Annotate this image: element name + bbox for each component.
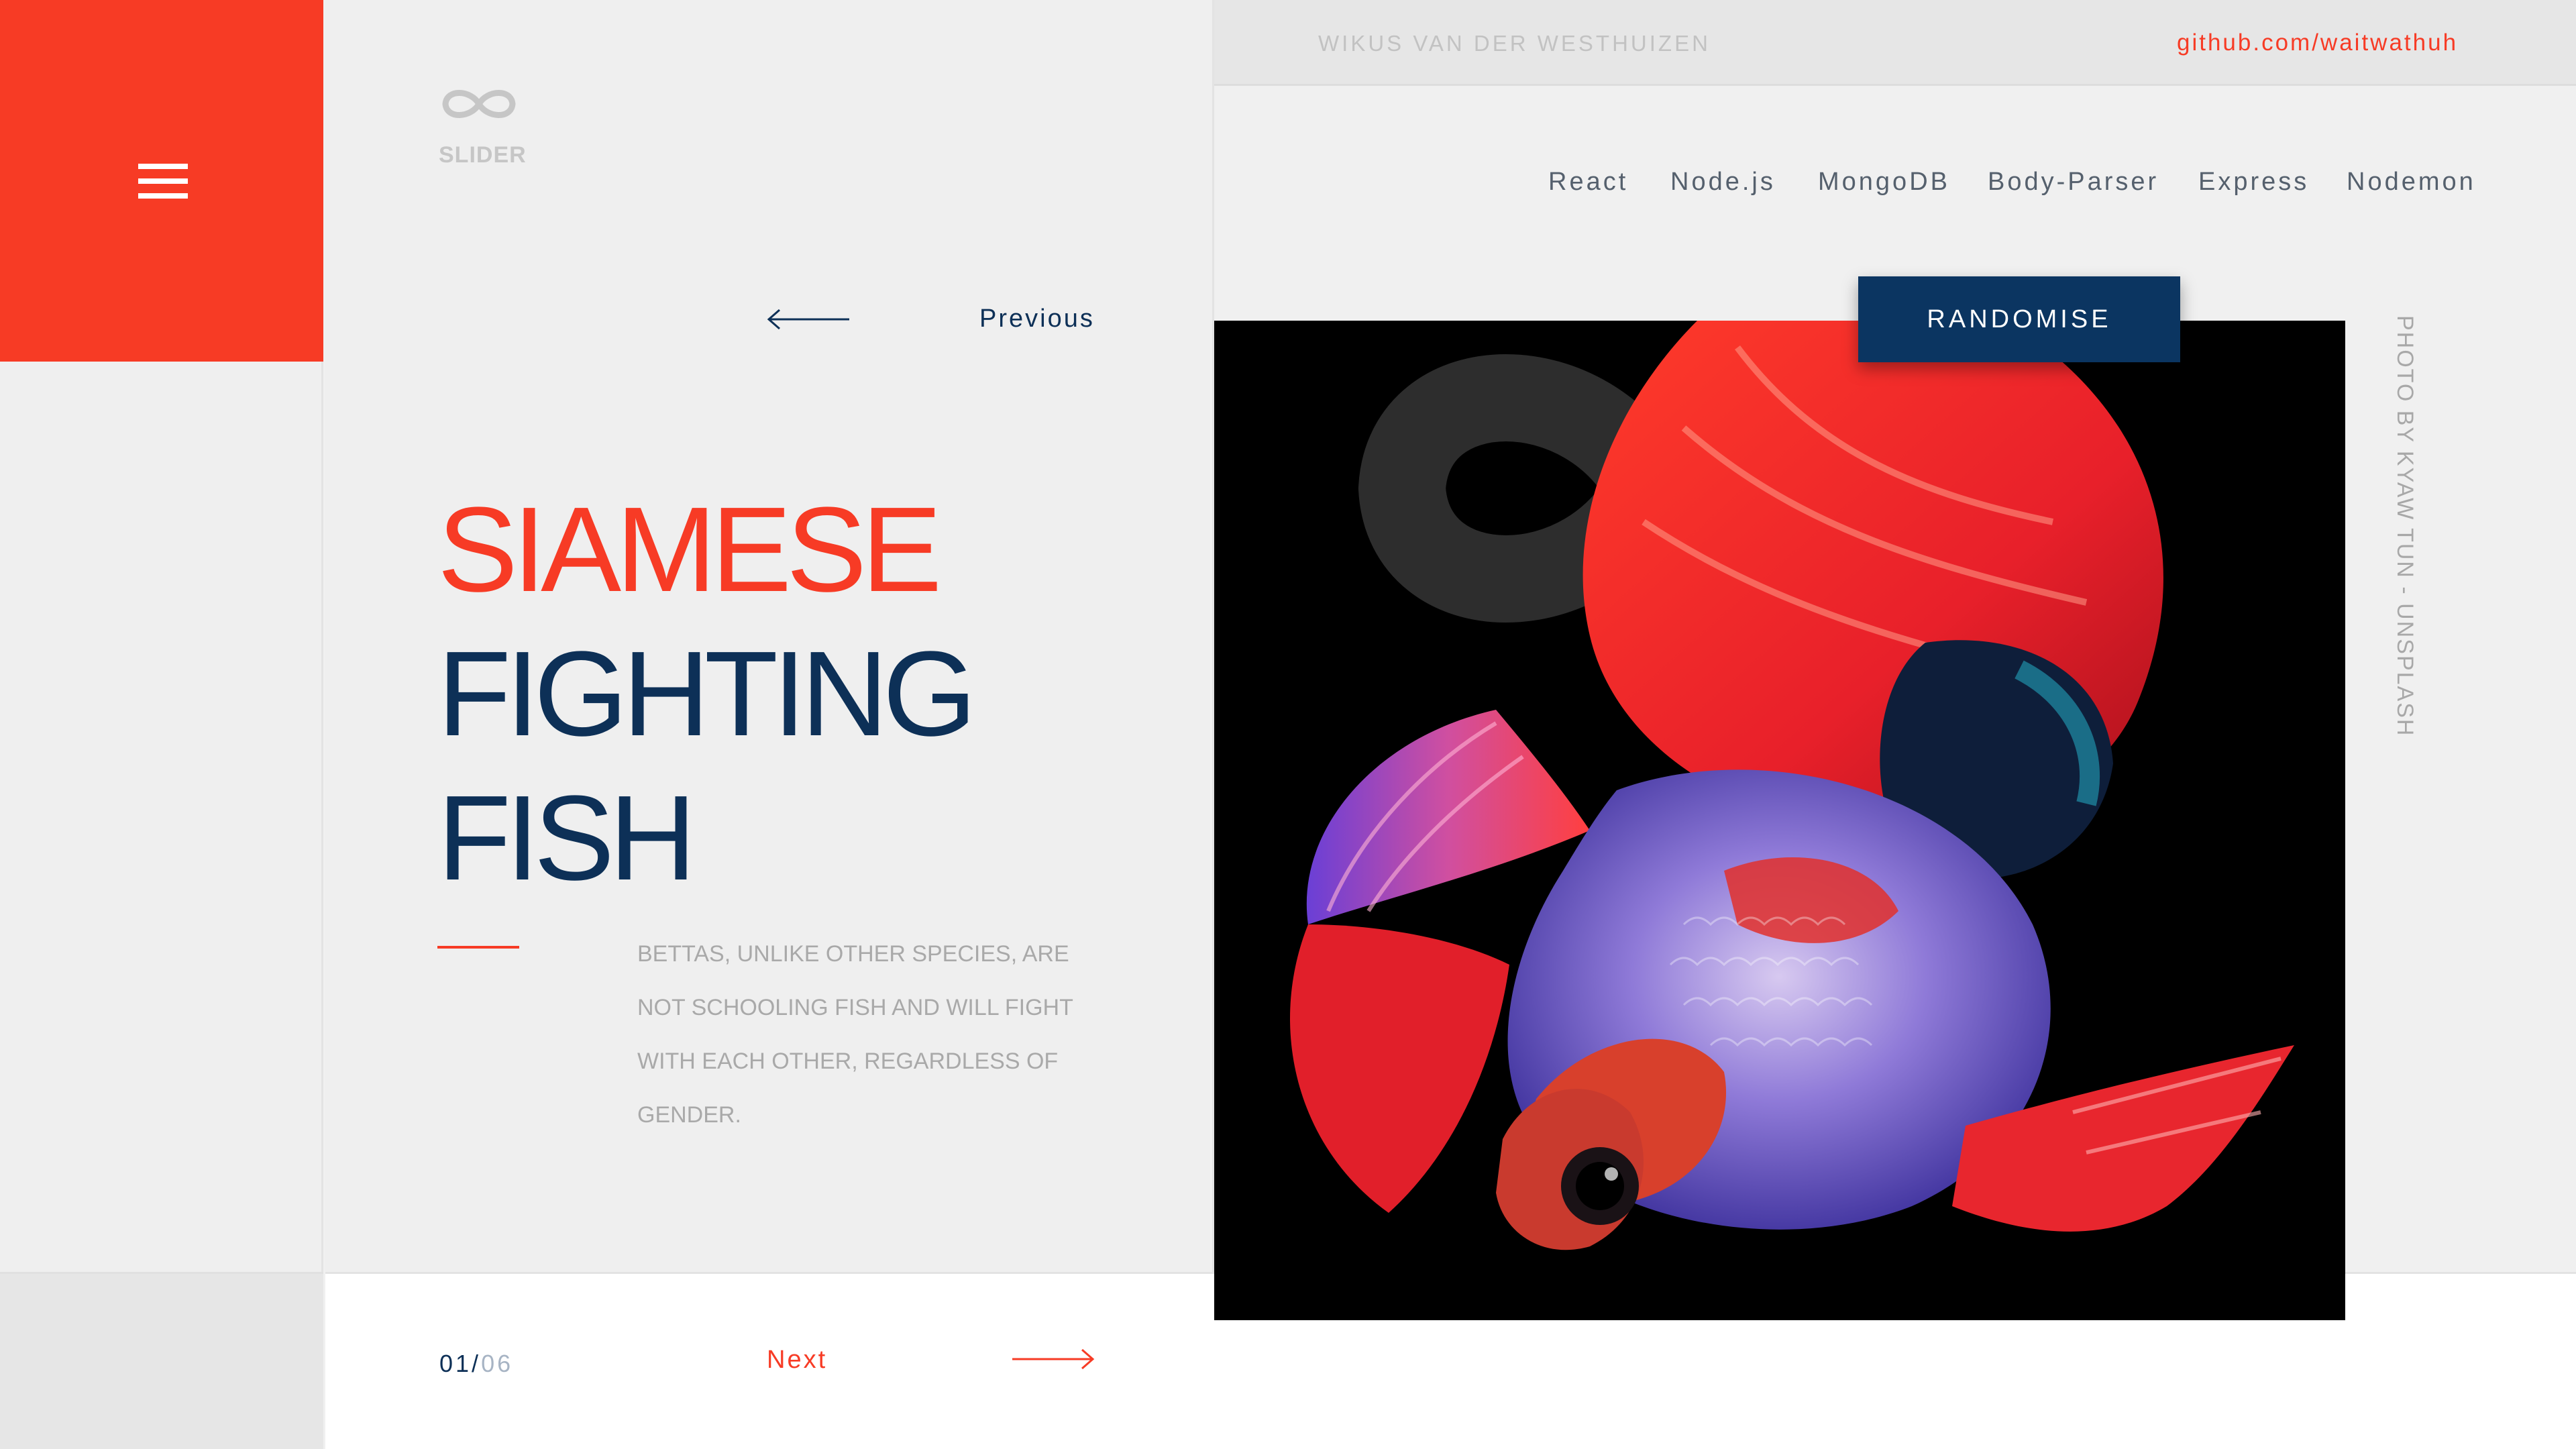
slide-title-line-3: FISH <box>437 771 696 906</box>
author-name: WIKUS VAN DER WESTHUIZEN <box>1318 31 1711 56</box>
nav-item-nodejs[interactable]: Node.js <box>1670 168 1776 197</box>
accent-divider <box>437 946 519 949</box>
left-sidebar <box>0 0 323 1449</box>
slide-title-line-1: SIAMESE <box>437 482 942 617</box>
nav-item-express[interactable]: Express <box>2198 168 2309 197</box>
logo-text: SLIDER <box>439 142 527 168</box>
slide-current: 01 <box>439 1350 472 1377</box>
arrow-right-icon[interactable] <box>1010 1346 1097 1373</box>
slide-description: BETTAS, UNLIKE OTHER SPECIES, ARE NOT SC… <box>637 941 1073 1128</box>
slide-total: 06 <box>481 1350 514 1377</box>
nav-item-mongodb[interactable]: MongoDB <box>1818 168 1950 197</box>
left-bottom-panel <box>0 1272 323 1449</box>
nav-item-react[interactable]: React <box>1548 168 1628 197</box>
next-button[interactable]: Next <box>767 1346 827 1375</box>
slide-counter-separator: / <box>472 1350 482 1377</box>
fish-photo <box>1214 321 2345 1320</box>
slide-counter: 01/06 <box>439 1350 513 1378</box>
randomise-button[interactable]: RANDOMISE <box>1858 276 2180 362</box>
menu-block[interactable] <box>0 0 323 362</box>
hamburger-menu-icon[interactable] <box>138 164 188 199</box>
previous-button[interactable]: Previous <box>979 305 1095 333</box>
nav-item-body-parser[interactable]: Body-Parser <box>1988 168 2159 197</box>
slider-page: SLIDER Previous SIAMESE FIGHTING FISH BE… <box>0 0 2576 1449</box>
photo-credit: PHOTO BY KYAW TUN - UNSPLASH <box>2392 315 2418 737</box>
arrow-left-icon[interactable] <box>765 306 852 333</box>
nav-item-nodemon[interactable]: Nodemon <box>2347 168 2476 197</box>
github-link[interactable]: github.com/waitwathuh <box>2177 30 2458 56</box>
slide-title-line-2: FIGHTING <box>437 627 977 761</box>
